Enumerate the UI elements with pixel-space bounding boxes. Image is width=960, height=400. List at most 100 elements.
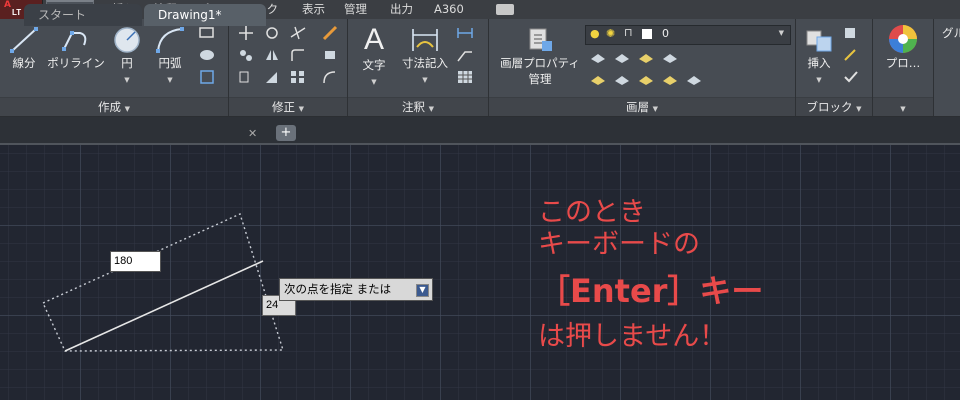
arc-label: 円弧 <box>158 56 182 70</box>
panel-block: 挿入 ▼ ブロック ▼ <box>796 19 873 116</box>
array-icon[interactable] <box>289 69 307 85</box>
layer-properties-icon <box>529 28 552 51</box>
text-dropdown-icon[interactable]: ▼ <box>371 78 376 86</box>
insert-block-icon <box>806 30 832 52</box>
featured-apps-icon[interactable] <box>496 4 514 15</box>
dimension-dropdown-icon[interactable]: ▼ <box>422 76 427 84</box>
properties-label: プロ… <box>885 56 921 70</box>
properties-button[interactable]: プロ… <box>881 23 925 71</box>
fillet-icon[interactable] <box>289 47 307 63</box>
hatch-icon[interactable] <box>198 47 216 63</box>
erase-icon[interactable] <box>321 25 339 41</box>
table-icon[interactable] <box>456 69 474 85</box>
offset-icon[interactable] <box>321 69 339 85</box>
close-tab-icon[interactable]: ✕ <box>248 127 257 140</box>
file-tab-bar <box>0 117 960 145</box>
trim-icon[interactable] <box>289 25 307 41</box>
rectangle-icon[interactable] <box>198 25 216 41</box>
tooltip-options-arrow-icon[interactable]: ▼ <box>416 284 429 297</box>
linear-dimension-icon[interactable] <box>456 25 474 41</box>
move-icon[interactable] <box>237 25 255 41</box>
insert-block-button[interactable]: 挿入 ▼ <box>800 25 838 85</box>
tooltip-text: 次の点を指定 または <box>284 282 392 296</box>
arc-dropdown-icon[interactable]: ▼ <box>167 76 172 84</box>
circle-button[interactable]: 円 ▼ <box>110 25 144 85</box>
new-tab-button[interactable]: + <box>276 125 296 141</box>
current-layer-name: 0 <box>662 27 669 40</box>
group-label: グル <box>942 26 960 40</box>
edit-block-icon[interactable] <box>842 47 860 63</box>
mirror-icon[interactable] <box>263 47 281 63</box>
drawing-geometry <box>42 213 284 352</box>
dynamic-input-length[interactable]: 180 <box>110 251 161 272</box>
app-edition-badge: LT <box>12 8 22 17</box>
layer-properties-label-1: 画層プロパティ <box>500 56 580 70</box>
annotation-line-3: ［Enter］キー <box>538 272 764 310</box>
leader-icon[interactable] <box>456 47 474 63</box>
panel-annotation-title[interactable]: 注釈 ▼ <box>348 97 488 116</box>
panel-layers-title[interactable]: 画層 ▼ <box>489 97 795 116</box>
text-label: 文字 <box>362 58 386 72</box>
layer-match-icon[interactable] <box>589 71 607 87</box>
layer-thaw-icon[interactable] <box>637 71 655 87</box>
explode-icon[interactable] <box>321 47 339 63</box>
panel-draw-title[interactable]: 作成 ▼ <box>0 97 228 116</box>
tab-view[interactable]: 表示 <box>296 0 331 19</box>
dimension-icon <box>412 29 438 51</box>
tab-output[interactable]: 出力 <box>384 0 419 19</box>
color-wheel-icon <box>889 25 917 53</box>
layer-dropdown-arrow-icon: ▼ <box>778 29 784 37</box>
layer-lock-icon: ⊓ <box>624 26 633 39</box>
create-block-icon[interactable] <box>842 25 860 41</box>
text-icon: A <box>363 23 384 56</box>
annotation-line-4: は押しません！ <box>538 321 727 352</box>
panel-block-title[interactable]: ブロック ▼ <box>796 97 872 116</box>
panel-properties-expand[interactable]: ▼ <box>873 97 933 116</box>
boundary-icon[interactable] <box>198 69 216 85</box>
layer-walk-icon[interactable] <box>685 71 703 87</box>
rotate-icon[interactable] <box>263 25 281 41</box>
layer-lock-tool-icon[interactable] <box>661 49 679 65</box>
ribbon: 線分 ポリライン 円 ▼ 円弧 ▼ 作成 ▼ 修正 ▼ A 文字 ▼ 寸法記入 … <box>0 19 960 117</box>
line-label: 線分 <box>12 56 36 70</box>
copy-icon[interactable] <box>237 47 255 63</box>
scale-icon[interactable] <box>263 69 281 85</box>
layer-properties-button[interactable]: 画層プロパティ 管理 <box>495 25 585 87</box>
panel-groups: グル <box>934 19 960 116</box>
panel-annotation: A 文字 ▼ 寸法記入 ▼ 注釈 ▼ <box>348 19 489 116</box>
dimension-button[interactable]: 寸法記入 ▼ <box>400 25 450 85</box>
layer-unlock-icon[interactable] <box>661 71 679 87</box>
arc-icon <box>156 27 184 53</box>
layer-properties-label-2: 管理 <box>528 72 552 86</box>
panel-modify-title[interactable]: 修正 ▼ <box>229 97 347 116</box>
edit-attributes-icon[interactable] <box>842 69 860 85</box>
insert-dropdown-icon[interactable]: ▼ <box>816 76 821 84</box>
tab-manage[interactable]: 管理 <box>338 0 373 19</box>
stretch-icon[interactable] <box>237 69 255 85</box>
annotation-line-2: キーボードの <box>538 229 700 260</box>
tab-start[interactable]: スタート <box>24 4 142 26</box>
command-prompt-tooltip: 次の点を指定 または ▼ <box>279 278 433 301</box>
circle-label: 円 <box>121 56 133 70</box>
tab-drawing1[interactable]: Drawing1* <box>144 4 266 26</box>
circle-icon <box>114 27 140 53</box>
layer-dropdown[interactable]: ● ✺ ⊓ 0 ▼ <box>585 25 791 45</box>
circle-dropdown-icon[interactable]: ▼ <box>124 76 129 84</box>
line-button[interactable]: 線分 <box>6 25 42 71</box>
layer-freeze-tool-icon[interactable] <box>637 49 655 65</box>
polyline-button[interactable]: ポリライン <box>44 25 108 71</box>
group-button[interactable]: グル <box>942 25 960 41</box>
polyline-icon <box>62 31 87 51</box>
arc-button[interactable]: 円弧 ▼ <box>150 25 190 85</box>
text-button[interactable]: A 文字 ▼ <box>356 23 392 87</box>
panel-draw: 線分 ポリライン 円 ▼ 円弧 ▼ 作成 ▼ <box>0 19 229 116</box>
autocad-logo-icon: A <box>4 0 11 10</box>
layer-isolate-icon[interactable] <box>613 49 631 65</box>
layer-previous-icon[interactable] <box>613 71 631 87</box>
insert-block-label: 挿入 <box>807 56 831 70</box>
layer-off-icon[interactable] <box>589 49 607 65</box>
polyline-label: ポリライン <box>47 56 105 70</box>
layer-freeze-icon: ✺ <box>606 27 616 40</box>
panel-modify: 修正 ▼ <box>229 19 348 116</box>
tab-a360[interactable]: A360 <box>428 0 470 19</box>
